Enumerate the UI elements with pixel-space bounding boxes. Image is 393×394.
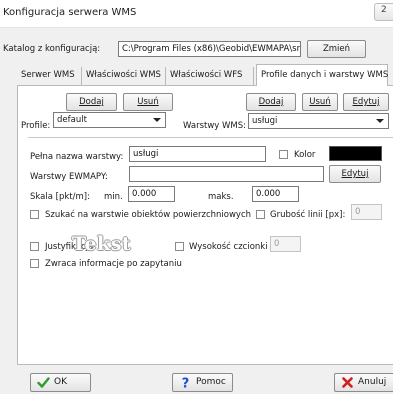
tab-label: Profile danych i warstwy WMS [261, 70, 389, 80]
min-scale-input[interactable]: 0.000 [128, 186, 175, 202]
returns-info-label: Zwraca informacje po zapytaniu [45, 259, 182, 269]
font-height-input[interactable]: 0 [270, 236, 301, 252]
line-width-checkbox[interactable] [256, 210, 265, 219]
max-scale-input[interactable]: 0.000 [252, 186, 299, 202]
color-checkbox[interactable] [279, 150, 288, 159]
config-dir-input[interactable]: C:\Program Files (x86)\Geobid\EWMAPA\srv [118, 41, 301, 57]
checkmark-icon [37, 377, 50, 388]
change-dir-button[interactable]: Zmień [307, 40, 366, 58]
remove-profile-button-label: Usuń [137, 97, 159, 107]
edit-layer-button-label: Edytuj [352, 97, 380, 107]
add-profile-button-label: Dodaj [79, 97, 104, 107]
title-bar-button[interactable]: 2 [374, 3, 393, 21]
line-width-input[interactable]: 0 [351, 204, 382, 220]
text-preview[interactable]: Tekst [72, 233, 131, 255]
config-window: Konfiguracja serwera WMS 2 Katalog z kon… [0, 0, 393, 394]
config-dir-label: Katalog z konfiguracją: [3, 44, 101, 54]
edit-ewmapa-layers-button-label: Edytuj [341, 169, 369, 179]
profile-label: Profile: [21, 121, 51, 131]
tab-wms-properties[interactable]: Właściwości WMS [82, 67, 166, 85]
tab-server-wms[interactable]: Serwer WMS [17, 67, 82, 85]
ewmapa-layers-label: Warstwy EWMAPY: [30, 172, 108, 182]
chevron-down-icon [151, 114, 163, 126]
add-layer-button-label: Dodaj [258, 97, 284, 107]
full-name-input[interactable]: usługi [129, 146, 266, 162]
add-profile-button[interactable]: Dodaj [66, 93, 117, 111]
returns-info-checkbox[interactable] [30, 259, 39, 268]
color-swatch[interactable] [329, 146, 382, 161]
change-dir-button-label: Zmień [322, 44, 351, 54]
tab-wfs-properties[interactable]: Właściwości WFS [166, 67, 254, 85]
help-icon: ? [182, 377, 190, 390]
font-height-checkbox[interactable] [175, 242, 184, 251]
ok-button[interactable]: OK [30, 373, 91, 392]
search-surface-label: Szukać na warstwie obiektów powierzchnio… [45, 210, 252, 220]
color-label: Kolor [294, 150, 316, 160]
ok-button-label: OK [54, 377, 67, 387]
window-title: Konfiguracja serwera WMS [3, 7, 137, 18]
wms-layer-select-value: usługi [252, 116, 278, 126]
title-bar: Konfiguracja serwera WMS 2 [0, 0, 393, 28]
tab-label: Właściwości WFS [170, 70, 243, 80]
ewmapa-layers-input[interactable] [129, 166, 324, 182]
help-button-label: Pomoc [196, 377, 226, 387]
profile-select[interactable]: default [53, 112, 166, 128]
tab-label: Właściwości WMS [86, 70, 161, 80]
help-button[interactable]: ? Pomoc [172, 373, 233, 392]
justify-checkbox[interactable] [30, 242, 39, 251]
edit-layer-button[interactable]: Edytuj [343, 93, 389, 111]
min-label: min. [104, 192, 123, 202]
remove-layer-button-label: Usuń [309, 97, 331, 107]
edit-ewmapa-layers-button[interactable]: Edytuj [329, 165, 381, 183]
add-layer-button[interactable]: Dodaj [246, 93, 296, 111]
wms-layers-label: Warstwy WMS: [183, 121, 247, 131]
max-label: maks. [208, 192, 234, 202]
cancel-button[interactable]: Anuluj [334, 373, 393, 392]
profile-select-value: default [57, 115, 87, 125]
cancel-button-label: Anuluj [358, 377, 387, 387]
tab-profiles-layers[interactable]: Profile danych i warstwy WMS [256, 64, 388, 86]
svg-text:?: ? [182, 377, 190, 390]
line-width-label: Grubość linii [px]: [270, 210, 346, 220]
scale-label: Skala [pkt/m]: [30, 192, 90, 202]
tab-label: Serwer WMS [21, 70, 75, 80]
search-surface-checkbox[interactable] [30, 210, 39, 219]
title-bar-button-label: 2 [381, 5, 387, 15]
remove-layer-button[interactable]: Usuń [302, 93, 338, 111]
close-icon [342, 377, 353, 388]
full-name-label: Pełna nazwa warstwy: [30, 152, 124, 162]
divider [28, 137, 393, 138]
chevron-down-icon [374, 115, 386, 127]
wms-layer-select[interactable]: usługi [248, 113, 389, 129]
remove-profile-button[interactable]: Usuń [123, 93, 173, 111]
